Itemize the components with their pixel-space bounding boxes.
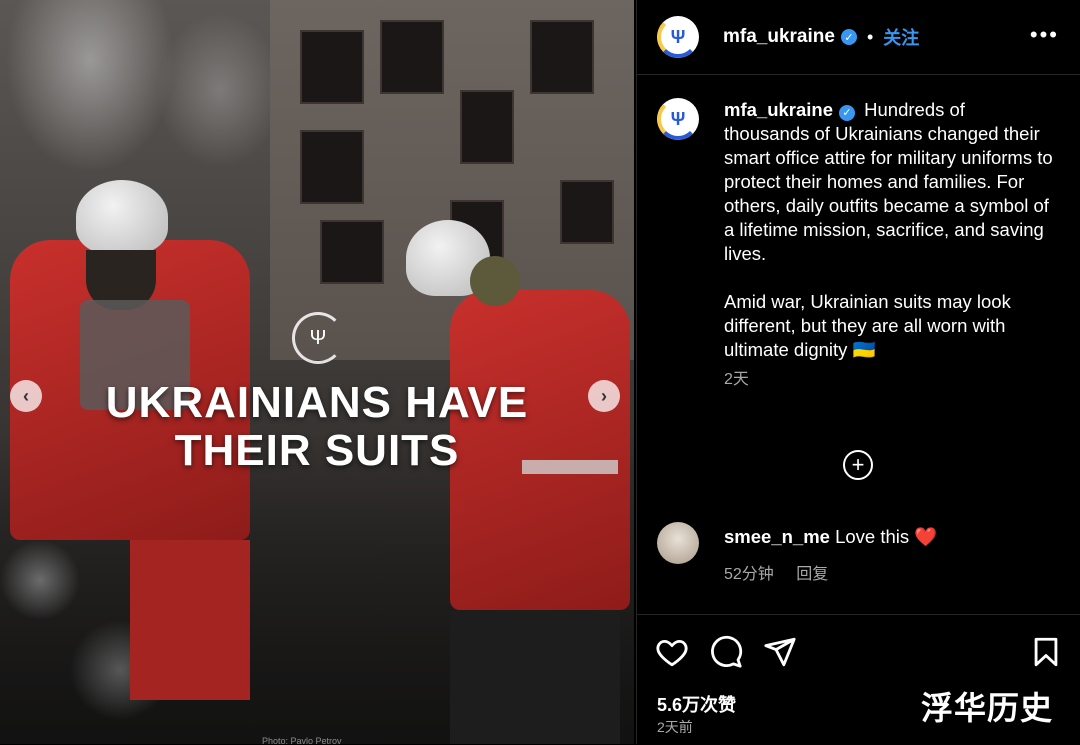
like-heart-icon[interactable]: [655, 635, 689, 669]
post-actions: 5.6万次赞 2天前 浮华历史: [637, 614, 1080, 745]
caption-paragraph-1: Hundreds of thousands of Ukrainians chan…: [724, 99, 1053, 264]
reply-button[interactable]: 回复: [796, 566, 828, 583]
watermark: 浮华历史: [921, 690, 1054, 726]
photo-credit: Photo: Pavlo Petrov: [262, 736, 342, 744]
logo-symbol: Ψ: [309, 326, 327, 349]
ukraine-flag-icon: 🇺🇦: [852, 339, 876, 360]
caption-username[interactable]: mfa_ukraine: [724, 99, 833, 120]
verified-badge-icon: ✓: [840, 29, 857, 45]
comment-username[interactable]: smee_n_me: [724, 526, 830, 547]
post-image: Ψ UKRAINIANS HAVE THEIR SUITS ‹ › Photo:…: [0, 0, 634, 744]
header-username[interactable]: mfa_ukraine: [723, 26, 835, 48]
comment-bubble-icon[interactable]: [709, 635, 743, 669]
next-image-button[interactable]: ›: [588, 380, 620, 412]
separator-dot: •: [866, 26, 874, 47]
post-header: Ψ mfa_ukraine ✓ • 关注 •••: [637, 0, 1080, 75]
verified-badge-icon: ✓: [839, 105, 855, 121]
overlay-title-line2: THEIR SUITS: [174, 426, 460, 475]
share-send-icon[interactable]: [763, 635, 797, 669]
post-time: 2天前: [657, 719, 693, 735]
comment-meta: 52分钟 回复: [724, 560, 828, 584]
load-more-comments-button[interactable]: +: [843, 450, 873, 480]
plus-icon: +: [851, 452, 865, 477]
prev-image-button[interactable]: ‹: [10, 380, 42, 412]
heart-emoji-icon: ❤️: [914, 526, 938, 547]
likes-count[interactable]: 5.6万次赞: [657, 691, 736, 717]
comment-avatar[interactable]: [657, 522, 699, 564]
follow-button[interactable]: 关注: [883, 24, 919, 50]
chevron-right-icon: ›: [601, 385, 607, 406]
avatar[interactable]: Ψ: [657, 16, 699, 58]
caption-avatar[interactable]: Ψ: [657, 98, 699, 140]
trident-logo-icon: Ψ: [292, 312, 344, 364]
comment-text-row: smee_n_me Love this ❤️: [724, 526, 937, 548]
caption-text: mfa_ukraine ✓ Hundreds of thousands of Uk…: [724, 98, 1054, 392]
rescuer-right: [390, 220, 634, 744]
comment-text: Love this: [835, 526, 910, 547]
post-sidebar: Ψ mfa_ukraine ✓ • 关注 ••• Ψ mfa_ukraine ✓ …: [636, 0, 1080, 744]
comment-time: 52分钟: [724, 566, 774, 583]
more-options-icon[interactable]: •••: [1030, 22, 1059, 48]
caption-time: 2天: [724, 371, 749, 388]
overlay-title-line1: UKRAINIANS HAVE: [105, 378, 529, 427]
bookmark-icon[interactable]: [1029, 635, 1063, 669]
chevron-left-icon: ‹: [23, 385, 29, 406]
